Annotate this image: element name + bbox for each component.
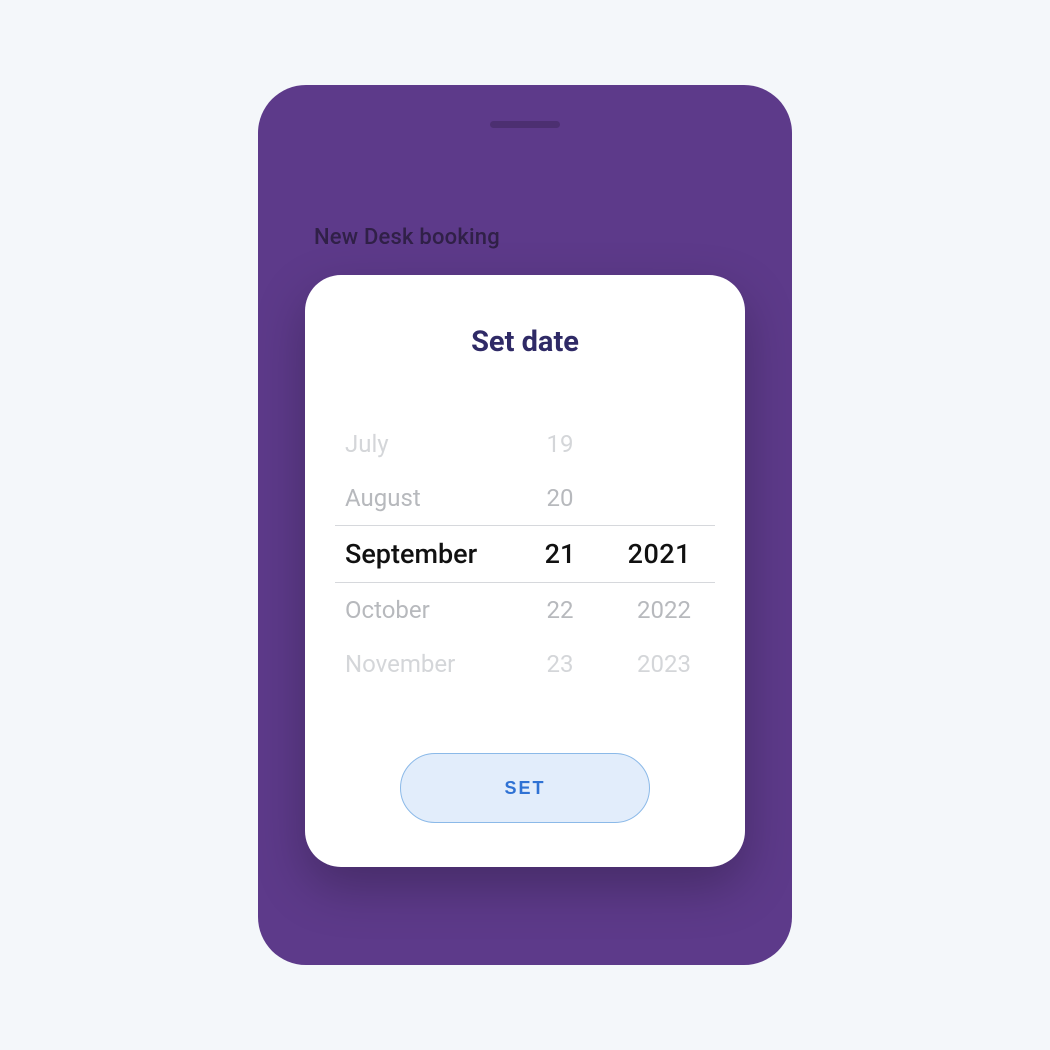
- month-option[interactable]: October: [345, 596, 525, 624]
- date-picker[interactable]: July 19 August 20 September 21 2021 Octo…: [335, 417, 715, 691]
- date-picker-modal: Set date July 19 August 20 September 21 …: [305, 275, 745, 867]
- month-option[interactable]: July: [345, 430, 525, 458]
- day-option[interactable]: 22: [525, 596, 595, 624]
- picker-row[interactable]: October 22 2022: [335, 583, 715, 637]
- picker-row[interactable]: November 23 2023: [335, 637, 715, 691]
- set-button[interactable]: SET: [400, 753, 650, 823]
- month-option[interactable]: August: [345, 484, 525, 512]
- day-option[interactable]: 20: [525, 484, 595, 512]
- modal-title: Set date: [335, 325, 715, 359]
- page-heading: New Desk booking: [314, 225, 500, 250]
- month-option[interactable]: November: [345, 650, 525, 678]
- speaker-notch: [490, 121, 560, 128]
- picker-row[interactable]: July 19: [335, 417, 715, 471]
- year-selected[interactable]: 2021: [595, 538, 695, 570]
- day-option[interactable]: 19: [525, 430, 595, 458]
- phone-frame: New Desk booking Set date July 19 August…: [258, 85, 792, 965]
- month-selected[interactable]: September: [345, 538, 525, 570]
- day-selected[interactable]: 21: [525, 538, 595, 570]
- year-option[interactable]: 2023: [595, 650, 695, 678]
- year-option[interactable]: 2022: [595, 596, 695, 624]
- picker-row-selected[interactable]: September 21 2021: [335, 525, 715, 583]
- day-option[interactable]: 23: [525, 650, 595, 678]
- picker-row[interactable]: August 20: [335, 471, 715, 525]
